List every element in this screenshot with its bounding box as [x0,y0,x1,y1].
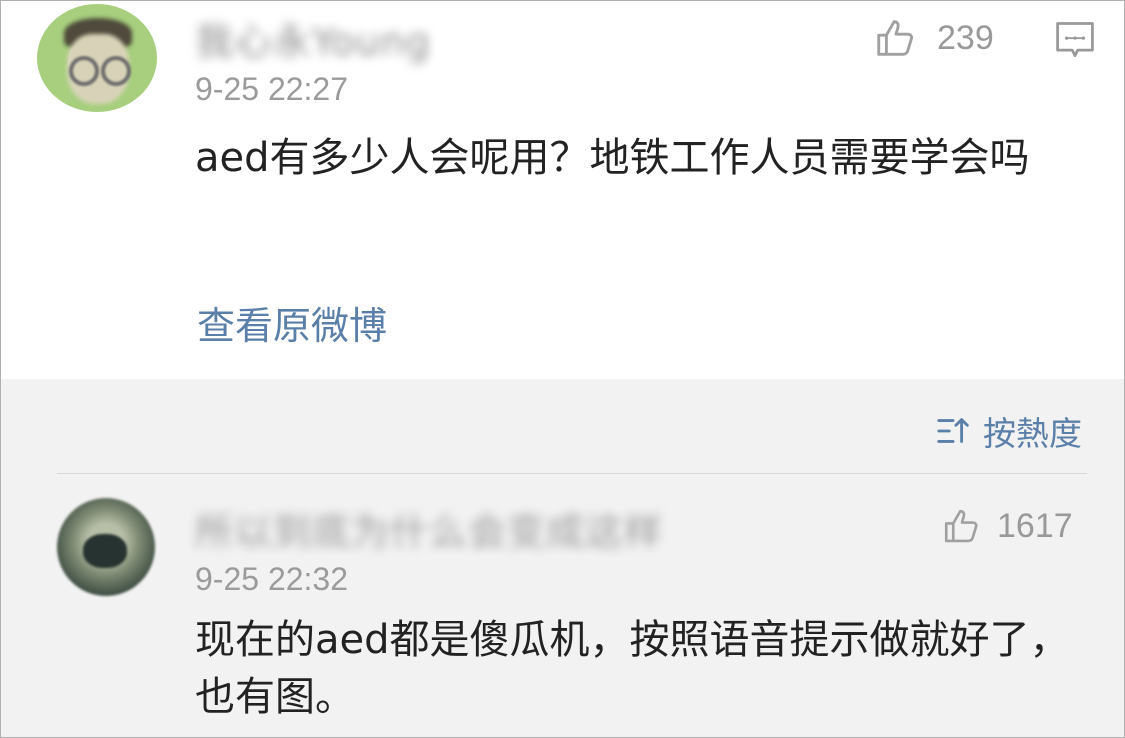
thumbs-up-icon [877,20,913,56]
username[interactable]: 我心永Young [195,11,431,66]
avatar-detail [83,534,127,568]
avatar-glasses-right [101,56,131,86]
sort-icon [937,418,969,443]
avatar-glasses-left [69,56,99,86]
original-comment-card: 我心永Young 9-25 22:27 aed有多少人会呢用？地铁工作人员需要学… [1,1,1124,379]
sort-label: 按熱度 [983,414,1082,453]
reply-timestamp: 9-25 22:32 [195,561,349,597]
sort-by-popularity[interactable]: 按熱度 [935,407,1082,455]
reply-text: 现在的aed都是傻瓜机，按照语音提示做就好了，也有图。 [195,617,1070,720]
weibo-comment-screen: 我心永Young 9-25 22:27 aed有多少人会呢用？地铁工作人员需要学… [0,0,1125,738]
comment-text: aed有多少人会呢用？地铁工作人员需要学会吗 [195,135,1030,181]
like-count: 239 [937,19,994,57]
avatar[interactable] [57,498,155,596]
divider [57,473,1087,474]
avatar[interactable] [37,4,157,112]
reply-like-count: 1617 [997,507,1073,545]
view-original-weibo-link[interactable]: 查看原微博 [197,295,387,350]
timestamp: 9-25 22:27 [195,71,349,107]
like-button[interactable]: 239 [873,15,994,61]
reply-like-button[interactable]: 1617 [941,505,1073,547]
thumbs-up-icon [944,509,978,543]
comment-icon[interactable] [1053,18,1097,62]
reply-username[interactable]: 所以到底为什么会变成这样 [195,501,663,556]
